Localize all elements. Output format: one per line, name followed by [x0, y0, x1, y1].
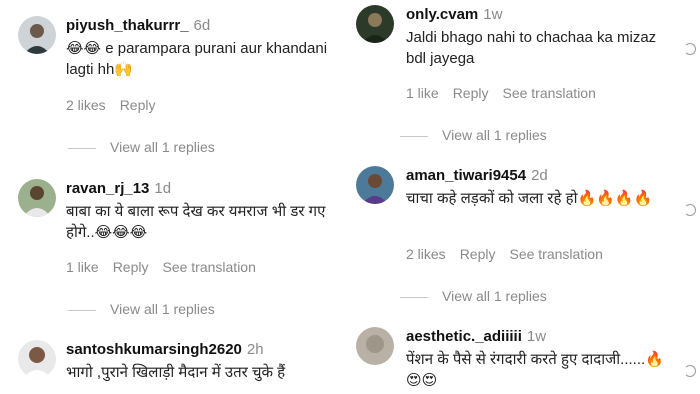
view-replies-button[interactable]: View all 1 replies — [68, 301, 215, 317]
likes-count[interactable]: 2 likes — [66, 97, 106, 113]
comment-header: piyush_thakurrr_ 6d — [66, 17, 210, 34]
comment-header: santoshkumarsingh2620 2h — [66, 341, 264, 358]
comment-actions: 1 like Reply See translation — [66, 259, 270, 275]
divider-line — [68, 309, 96, 311]
comments-column-right: only.cvam 1w Jaldi bhago nahi to chachaa … — [352, 0, 696, 394]
comment-text: बाबा का ये बाला रूप देख कर यमराज भी डर ग… — [66, 203, 326, 241]
view-replies-label: View all 1 replies — [110, 301, 215, 317]
heart-icon[interactable] — [684, 43, 696, 55]
avatar[interactable] — [18, 16, 56, 54]
timestamp: 1w — [526, 328, 547, 345]
likes-count[interactable]: 2 likes — [406, 246, 446, 262]
username[interactable]: only.cvam — [406, 6, 478, 23]
view-replies-button[interactable]: View all 1 replies — [400, 127, 547, 143]
reply-button[interactable]: Reply — [113, 259, 149, 275]
avatar[interactable] — [356, 5, 394, 43]
comment-header: aesthetic._adiiiii 1w — [406, 328, 546, 345]
comment-actions: 2 likes Reply See translation — [406, 246, 617, 262]
avatar[interactable] — [356, 327, 394, 365]
username[interactable]: ravan_rj_13 — [66, 180, 149, 197]
avatar[interactable] — [356, 166, 394, 204]
comment-text: भागो ,पुराने खिलाड़ी मैदान में उतर चुके … — [66, 364, 286, 381]
comment-header: only.cvam 1w — [406, 6, 502, 23]
divider-line — [68, 147, 96, 149]
view-replies-label: View all 1 replies — [442, 127, 547, 143]
comment-text: Jaldi bhago nahi to chachaa ka mizaz bdl… — [406, 29, 657, 67]
comment-text: चाचा कहे लड़कों को जला रहे हो🔥🔥🔥🔥 — [406, 190, 653, 207]
comment-header: aman_tiwari9454 2d — [406, 167, 548, 184]
view-replies-label: View all 1 replies — [110, 139, 215, 155]
username[interactable]: piyush_thakurrr_ — [66, 17, 189, 34]
comment-header: ravan_rj_13 1d — [66, 180, 171, 197]
heart-icon[interactable] — [684, 204, 696, 216]
view-replies-button[interactable]: View all 1 replies — [68, 139, 215, 155]
heart-icon[interactable] — [684, 365, 696, 377]
divider-line — [400, 135, 428, 137]
avatar[interactable] — [18, 340, 56, 378]
view-replies-button[interactable]: View all 1 replies — [400, 288, 547, 304]
view-replies-label: View all 1 replies — [442, 288, 547, 304]
timestamp: 1d — [154, 180, 172, 197]
comments-column-left: piyush_thakurrr_ 6d 😂😂 e parampara purani… — [0, 0, 340, 394]
comment-actions: 2 likes Reply — [66, 97, 169, 113]
reply-button[interactable]: Reply — [460, 246, 496, 262]
username[interactable]: santoshkumarsingh2620 — [66, 341, 242, 358]
timestamp: 1w — [483, 6, 503, 23]
comment-text: पेंशन के पैसे से रंगदारी करते हुए दादाजी… — [406, 351, 664, 389]
reply-button[interactable]: Reply — [453, 85, 489, 101]
comment-text: 😂😂 e parampara purani aur khandani lagti… — [66, 40, 328, 78]
likes-count[interactable]: 1 like — [406, 85, 439, 101]
see-translation-button[interactable]: See translation — [162, 259, 255, 275]
reply-button[interactable]: Reply — [120, 97, 156, 113]
comment-actions: 1 like Reply See translation — [406, 85, 610, 101]
divider-line — [400, 296, 428, 298]
see-translation-button[interactable]: See translation — [502, 85, 595, 101]
username[interactable]: aman_tiwari9454 — [406, 167, 526, 184]
timestamp: 6d — [193, 17, 211, 34]
timestamp: 2h — [246, 341, 264, 358]
see-translation-button[interactable]: See translation — [509, 246, 602, 262]
username[interactable]: aesthetic._adiiiii — [406, 328, 522, 345]
timestamp: 2d — [531, 167, 548, 184]
avatar[interactable] — [18, 179, 56, 217]
likes-count[interactable]: 1 like — [66, 259, 99, 275]
